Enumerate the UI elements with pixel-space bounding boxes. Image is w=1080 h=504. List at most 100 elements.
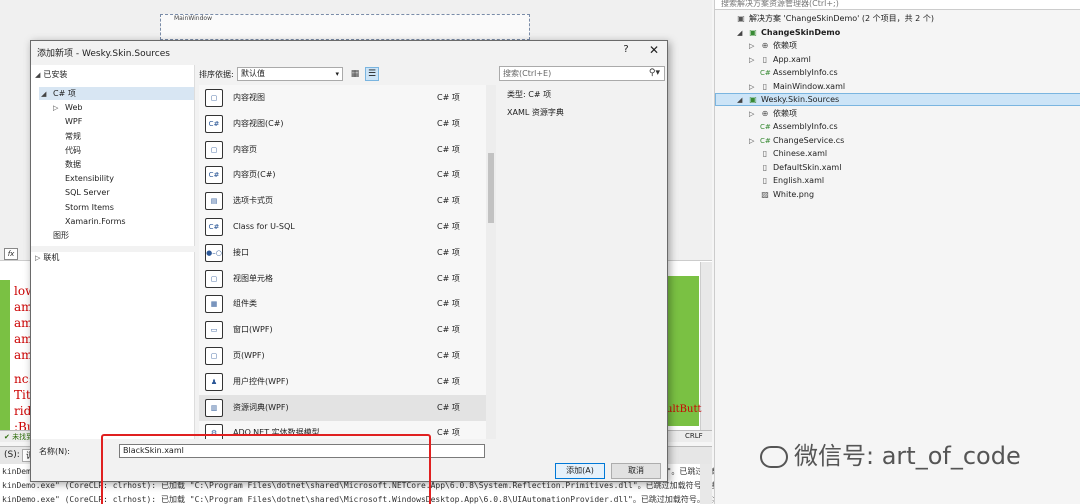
tree-item[interactable]: 图形 [41, 229, 69, 243]
tree-item[interactable]: Extensibility [53, 172, 114, 186]
template-item[interactable]: C# 内容页(C#) C# 项 [199, 162, 486, 188]
line-ending-indicator[interactable]: CRLF [685, 432, 703, 440]
solution-item[interactable]: ◢ ▣ Wesky.Skin.Sources [737, 93, 839, 106]
solution-item-label: Wesky.Skin.Sources [761, 95, 840, 104]
solution-item[interactable]: ▷ C# ChangeService.cs [749, 134, 844, 147]
template-item[interactable]: ●–○ 接口 C# 项 [199, 240, 486, 266]
expand-arrow-icon[interactable]: ▷ [749, 108, 757, 121]
csharp-project-icon: ▣ [749, 27, 757, 37]
solution-item[interactable]: ▯ Chinese.xaml [749, 147, 827, 160]
solution-item-label: AssemblyInfo.cs [773, 68, 838, 77]
solution-item[interactable]: ▨ White.png [749, 188, 814, 201]
expand-arrow-icon[interactable]: ▷ [749, 40, 757, 53]
output-scrollbar[interactable] [700, 464, 712, 504]
search-placeholder: 搜索(Ctrl+E) [503, 69, 552, 78]
xaml-file-icon: ▯ [762, 162, 768, 172]
search-icon[interactable]: ⚲▾ [649, 67, 660, 80]
tree-item[interactable]: ▷ Web [53, 101, 82, 115]
expand-arrow-icon[interactable]: ▷ [53, 101, 62, 115]
template-item[interactable]: ▭ 窗口(WPF) C# 项 [199, 317, 486, 343]
help-button[interactable]: ? [619, 44, 633, 58]
template-item[interactable]: ▤ 选项卡式页 C# 项 [199, 188, 486, 214]
code-scrollbar[interactable] [700, 262, 712, 437]
template-item[interactable]: ▥ 资源词典(WPF) C# 项 [199, 394, 486, 421]
csharp-file-icon: C# [760, 69, 771, 77]
tree-item-label: SQL Server [65, 188, 110, 198]
close-button[interactable]: ✕ [647, 43, 661, 57]
template-name: 内容视图 [233, 93, 265, 102]
chevron-down-icon: ▾ [335, 70, 339, 78]
expand-arrow-icon[interactable]: ◢ [41, 87, 50, 101]
template-item[interactable]: C# 内容视图(C#) C# 项 [199, 111, 486, 137]
solution-item[interactable]: ▯ DefaultSkin.xaml [749, 161, 842, 174]
tree-item[interactable]: SQL Server [53, 186, 110, 200]
cancel-button[interactable]: 取消 [611, 463, 661, 479]
tree-item[interactable]: Xamarin.Forms [53, 215, 126, 229]
solution-item[interactable]: ◢ ▣ ChangeSkinDemo [737, 26, 840, 39]
list-view-icon[interactable]: ☰ [365, 67, 379, 81]
expand-arrow-icon[interactable]: ▷ [749, 135, 757, 148]
xaml-file-icon: ▯ [762, 149, 768, 158]
installed-header[interactable]: ◢ 已安装 [35, 68, 67, 82]
tree-item[interactable]: 数据 [53, 158, 81, 172]
template-item[interactable]: ♟ 用户控件(WPF) C# 项 [199, 369, 486, 395]
fx-icon[interactable]: fx [4, 248, 18, 260]
tree-item[interactable]: Storm Items [53, 201, 114, 215]
solution-item[interactable]: ▷ ▯ App.xaml [749, 53, 811, 66]
resource-dictionary-icon: ▥ [205, 398, 223, 417]
tree-item-label: WPF [65, 117, 83, 127]
component-class-icon: ▦ [205, 295, 223, 314]
csharp-file-icon: C# [760, 123, 771, 131]
template-item[interactable]: C# Class for U-SQL C# 项 [199, 214, 486, 240]
solution-item[interactable]: C# AssemblyInfo.cs [749, 120, 838, 133]
online-label: 联机 [43, 253, 60, 262]
solution-item[interactable]: ▣ 解决方案 'ChangeSkinDemo' (2 个项目，共 2 个) [725, 12, 934, 25]
name-input[interactable]: BlackSkin.xaml [119, 444, 485, 458]
template-language: C# 项 [437, 247, 460, 257]
template-name: 页(WPF) [233, 351, 265, 360]
solution-search-input[interactable]: 搜索解决方案资源管理器(Ctrl+;) [715, 0, 1080, 10]
template-item[interactable]: ▢ 视图单元格 C# 项 [199, 266, 486, 292]
tree-item[interactable]: WPF [53, 115, 82, 129]
main-window-preview [160, 14, 530, 40]
solution-item-label: App.xaml [773, 54, 811, 64]
wechat-icon [760, 446, 788, 468]
solution-item[interactable]: ▷ ▯ MainWindow.xaml [749, 80, 845, 93]
no-issues-status[interactable]: ✔ 未找到 [4, 432, 33, 442]
solution-item[interactable]: ▯ English.xaml [749, 174, 824, 187]
template-item[interactable]: ▢ 内容视图 C# 项 [199, 85, 486, 111]
expand-arrow-icon[interactable]: ▷ [749, 81, 757, 94]
online-header[interactable]: ▷ 联机 [35, 251, 59, 265]
template-item[interactable]: ▢ 内容页 C# 项 [199, 137, 486, 163]
template-search-input[interactable]: 搜索(Ctrl+E) ⚲▾ [499, 66, 665, 81]
tree-item[interactable]: ◢ C# 项 [41, 87, 76, 101]
type-label: 类型: C# 项 [507, 90, 552, 99]
watermark: 微信号: art_of_code [760, 436, 1021, 471]
solution-item-label: DefaultSkin.xaml [773, 162, 842, 172]
content-page-icon: ▢ [205, 140, 223, 159]
solution-item[interactable]: ▷ ⊕ 依赖项 [749, 107, 797, 120]
template-language: C# 项 [437, 144, 460, 154]
solution-item[interactable]: C# AssemblyInfo.cs [749, 66, 838, 79]
template-name: 视图单元格 [233, 273, 273, 283]
grid-view-icon[interactable]: ▦ [349, 68, 361, 80]
sort-select[interactable]: 默认值 ▾ [237, 67, 343, 81]
template-name: ADO.NET 实体数据模型 [233, 428, 320, 438]
sort-label: 排序依据: [199, 70, 234, 79]
template-item[interactable]: ⚙ ADO.NET 实体数据模型 C# 项 [199, 420, 486, 439]
solution-item[interactable]: ▷ ⊕ 依赖项 [749, 39, 797, 52]
add-button[interactable]: 添加(A) [555, 463, 605, 479]
template-name: 内容页 [233, 144, 257, 154]
output-source-label: (S): [4, 450, 20, 460]
scrollbar-thumb[interactable] [488, 153, 494, 223]
collapse-arrow-icon: ◢ [35, 71, 41, 79]
template-name: 选项卡式页 [233, 196, 273, 206]
template-item[interactable]: ▦ 组件类 C# 项 [199, 291, 486, 317]
template-list-scrollbar[interactable] [486, 85, 496, 439]
tree-item[interactable]: 代码 [53, 144, 81, 158]
expand-arrow-icon[interactable]: ◢ [737, 27, 745, 40]
tree-item[interactable]: 常规 [53, 130, 81, 144]
expand-arrow-icon[interactable]: ▷ [749, 54, 757, 67]
template-item[interactable]: ▢ 页(WPF) C# 项 [199, 343, 486, 369]
expand-arrow-icon[interactable]: ◢ [737, 94, 745, 107]
